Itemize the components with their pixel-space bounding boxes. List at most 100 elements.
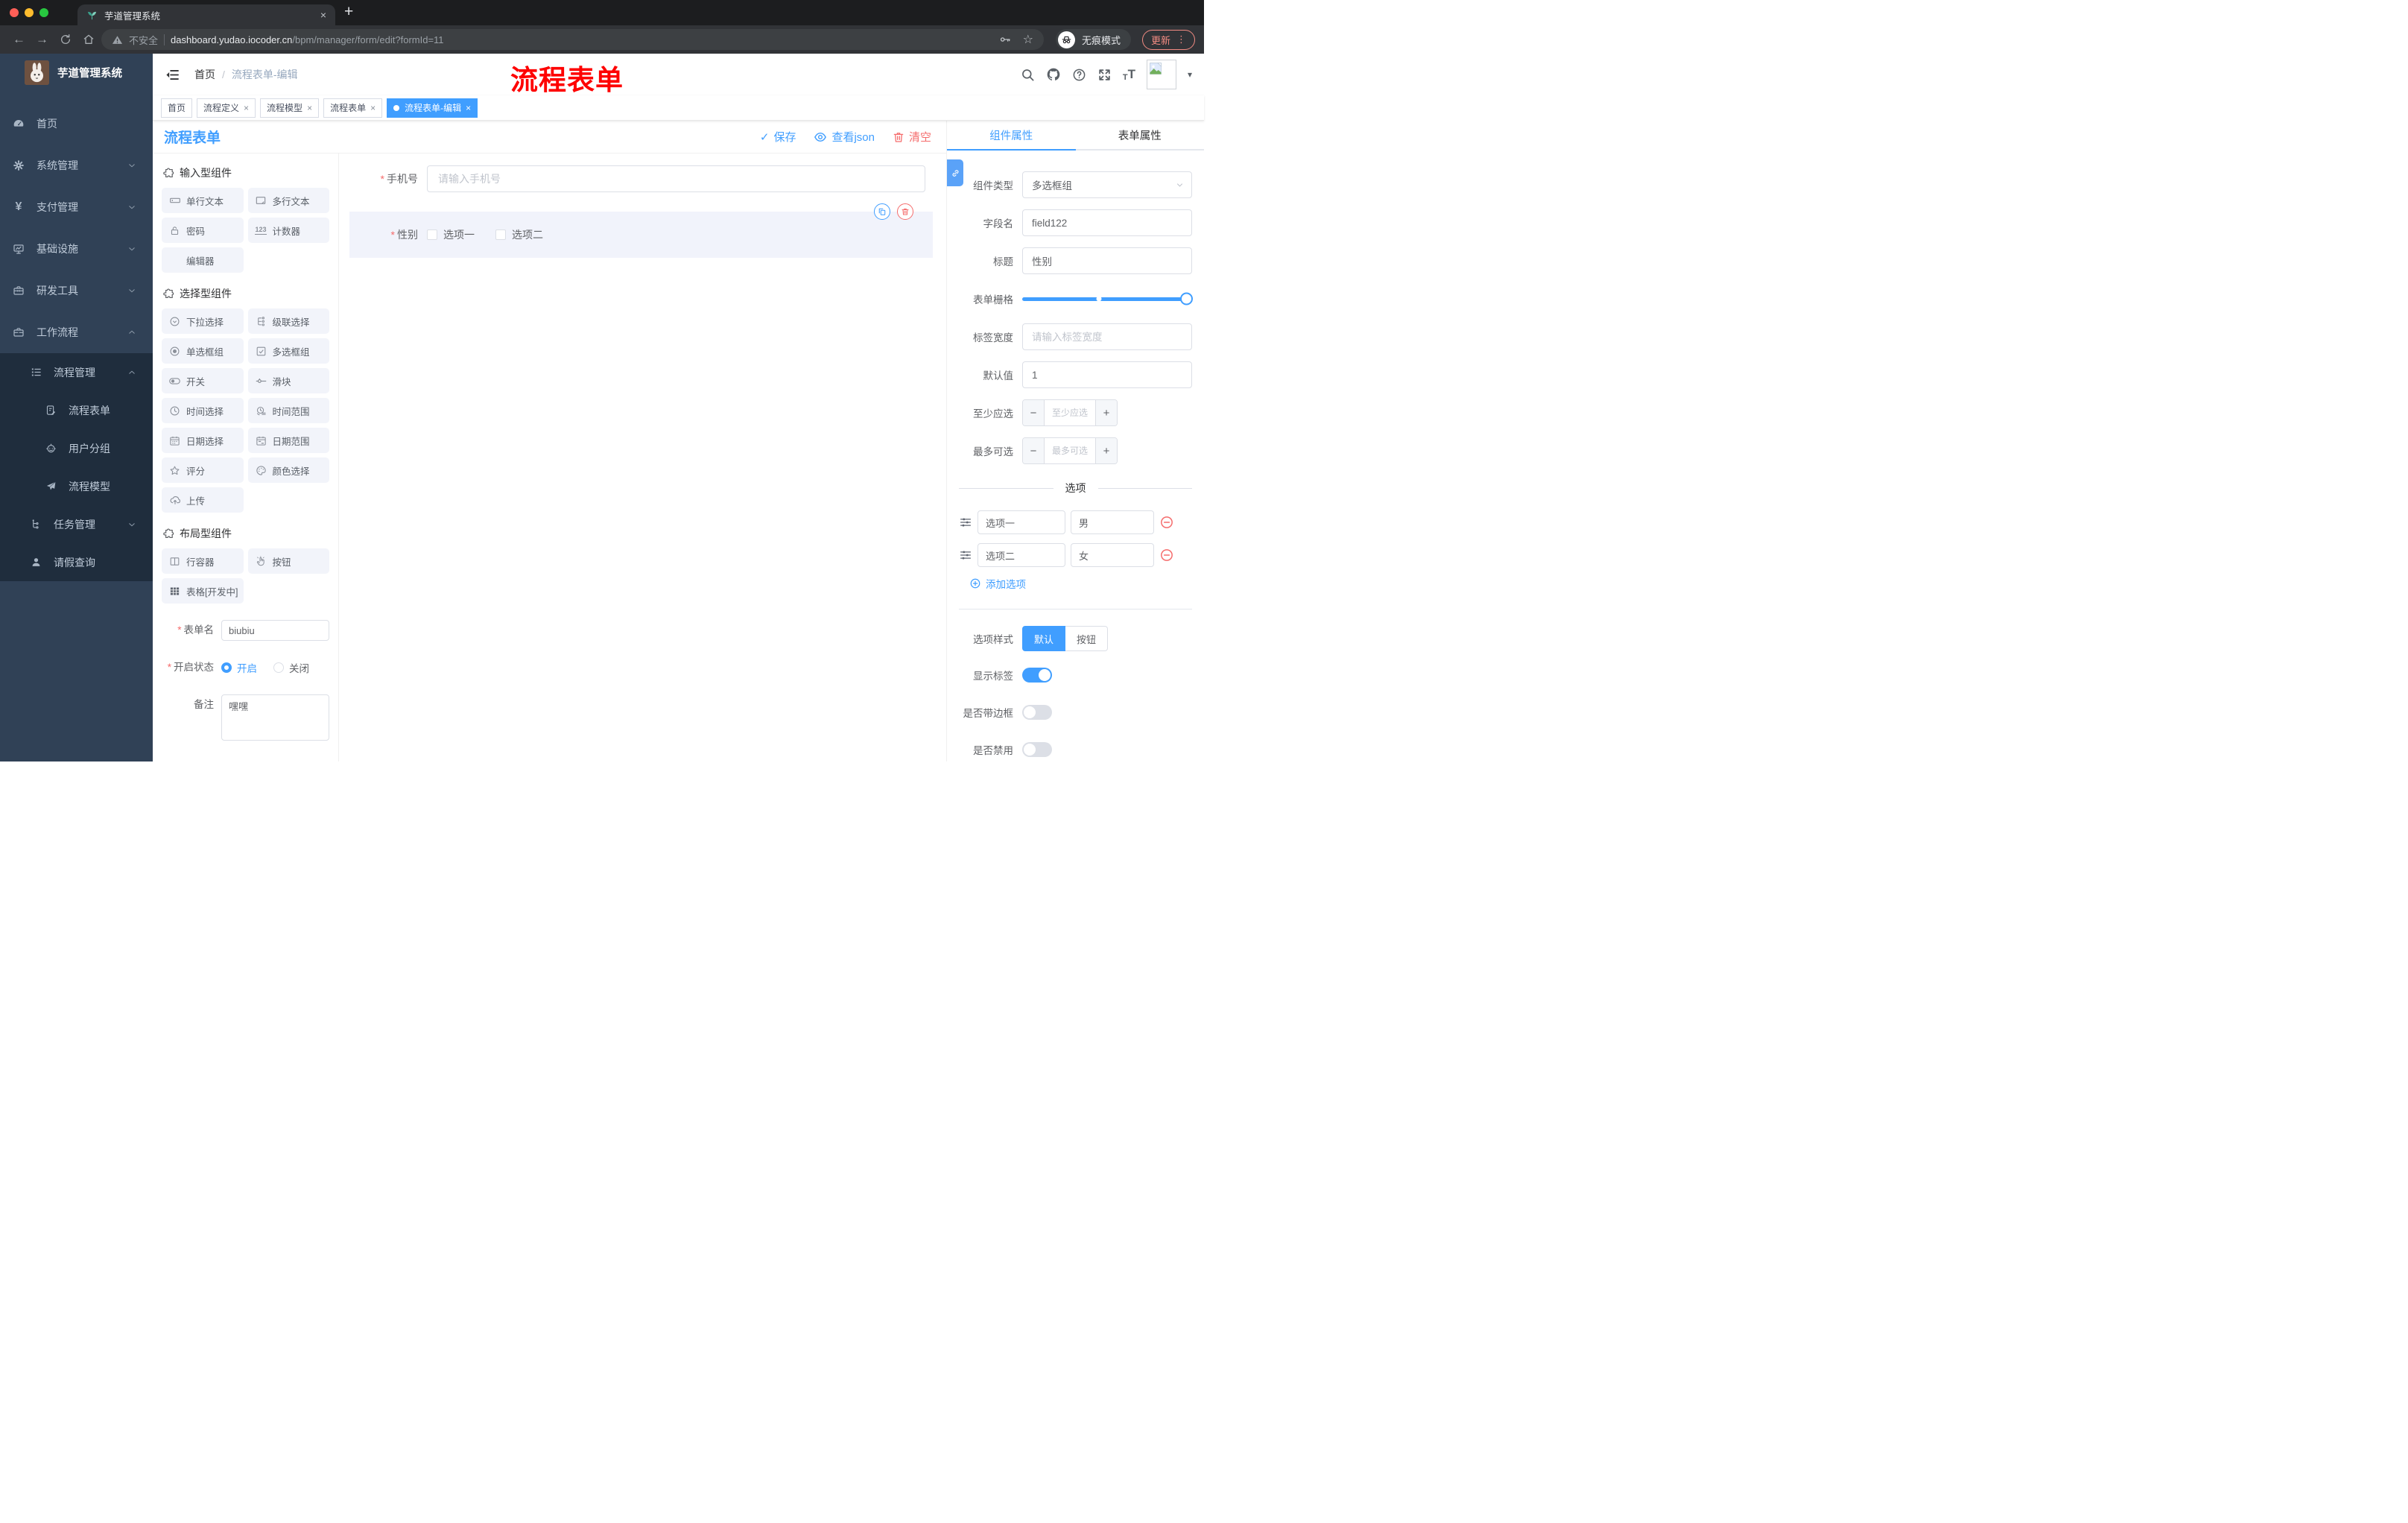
sidebar-item-workflow[interactable]: 工作流程 bbox=[0, 311, 153, 353]
reload-icon[interactable] bbox=[55, 34, 75, 45]
fullscreen-icon[interactable] bbox=[1097, 68, 1112, 82]
form-remark-textarea[interactable]: 嘿嘿 bbox=[221, 694, 329, 741]
option1-value-input[interactable] bbox=[1071, 510, 1154, 534]
component-cascader[interactable]: 级联选择 bbox=[247, 308, 329, 334]
clear-button[interactable]: 清空 bbox=[893, 129, 931, 145]
home-icon[interactable] bbox=[78, 34, 98, 45]
increase-button[interactable]: + bbox=[1095, 438, 1117, 463]
tag-process-form-edit[interactable]: 流程表单-编辑 × bbox=[387, 98, 478, 118]
tag-process-form[interactable]: 流程表单 × bbox=[323, 98, 383, 118]
phone-input[interactable] bbox=[427, 165, 925, 192]
title-input[interactable] bbox=[1022, 247, 1192, 274]
sidebar-item-devtools[interactable]: 研发工具 bbox=[0, 270, 153, 311]
decrease-button[interactable]: − bbox=[1023, 438, 1045, 463]
min-select-input[interactable] bbox=[1045, 400, 1095, 425]
sidebar-item-user-group[interactable]: 用户分组 bbox=[0, 429, 153, 467]
component-date-picker[interactable]: 日期选择 bbox=[162, 428, 244, 453]
search-icon[interactable] bbox=[1021, 68, 1035, 82]
component-counter[interactable]: 123 计数器 bbox=[247, 218, 329, 243]
help-icon[interactable] bbox=[1072, 68, 1086, 82]
component-type-value[interactable] bbox=[1022, 171, 1192, 198]
view-json-button[interactable]: 查看json bbox=[814, 129, 875, 145]
component-upload[interactable]: 上传 bbox=[162, 487, 244, 513]
tag-process-model[interactable]: 流程模型 × bbox=[260, 98, 320, 118]
sidebar-item-leave-query[interactable]: 请假查询 bbox=[0, 543, 153, 581]
component-color-picker[interactable]: 颜色选择 bbox=[247, 457, 329, 483]
style-default-button[interactable]: 默认 bbox=[1022, 626, 1066, 651]
font-size-icon[interactable]: TT bbox=[1123, 67, 1135, 82]
status-off-radio[interactable]: 关闭 bbox=[273, 660, 309, 675]
field-name-input[interactable] bbox=[1022, 209, 1192, 236]
add-option-button[interactable]: 添加选项 bbox=[969, 576, 1192, 591]
github-icon[interactable] bbox=[1046, 67, 1061, 82]
window-controls[interactable] bbox=[0, 8, 48, 17]
avatar-caret-icon[interactable]: ▾ bbox=[1188, 69, 1192, 80]
form-grid-slider[interactable] bbox=[1022, 285, 1193, 312]
disabled-toggle[interactable] bbox=[1022, 742, 1052, 757]
tag-process-definition[interactable]: 流程定义 × bbox=[197, 98, 256, 118]
tag-close-icon[interactable]: × bbox=[307, 103, 312, 113]
tab-component-props[interactable]: 组件属性 bbox=[947, 121, 1076, 151]
option1-label-input[interactable] bbox=[978, 510, 1065, 534]
form-name-input[interactable] bbox=[221, 620, 329, 641]
link-handle[interactable] bbox=[947, 159, 963, 186]
sidebar-item-task-manage[interactable]: 任务管理 bbox=[0, 505, 153, 543]
canvas-field-gender-selected[interactable]: * 性别 选项一 选项二 bbox=[349, 203, 933, 258]
url-text[interactable]: dashboard.yudao.iocoder.cn/bpm/manager/f… bbox=[171, 34, 444, 45]
label-width-input[interactable] bbox=[1022, 323, 1192, 350]
tag-close-icon[interactable]: × bbox=[244, 103, 249, 113]
tab-form-props[interactable]: 表单属性 bbox=[1076, 121, 1205, 149]
slider-handle[interactable] bbox=[1180, 292, 1193, 305]
sidebar-item-process-model[interactable]: 流程模型 bbox=[0, 467, 153, 505]
component-time-range[interactable]: 时间范围 bbox=[247, 398, 329, 423]
decrease-button[interactable]: − bbox=[1023, 400, 1045, 425]
checkbox-square[interactable] bbox=[495, 229, 506, 240]
component-editor[interactable]: 编辑器 bbox=[162, 247, 244, 273]
tag-close-icon[interactable]: × bbox=[466, 103, 471, 113]
gender-option1-checkbox[interactable]: 选项一 bbox=[427, 227, 475, 242]
form-canvas[interactable]: *手机号 *性别 选项一 选项二 bbox=[339, 153, 946, 762]
increase-button[interactable]: + bbox=[1095, 400, 1117, 425]
tag-home[interactable]: 首页 bbox=[161, 98, 193, 118]
gender-option2-checkbox[interactable]: 选项二 bbox=[495, 227, 543, 242]
sidebar-item-payment[interactable]: ¥ 支付管理 bbox=[0, 186, 153, 228]
sidebar-item-infra[interactable]: 基础设施 bbox=[0, 228, 153, 270]
new-tab-button[interactable]: + bbox=[344, 3, 353, 21]
avatar[interactable] bbox=[1146, 60, 1176, 89]
sidebar-item-home[interactable]: 首页 bbox=[0, 103, 153, 145]
remove-option-icon[interactable] bbox=[1159, 515, 1174, 530]
component-button[interactable]: 按钮 bbox=[247, 548, 329, 574]
copy-field-button[interactable] bbox=[874, 203, 890, 220]
border-toggle[interactable] bbox=[1022, 705, 1052, 720]
password-key-icon[interactable] bbox=[999, 34, 1011, 45]
minimize-window-button[interactable] bbox=[25, 8, 34, 17]
component-table-dev[interactable]: 表格[开发中] bbox=[162, 578, 244, 604]
component-time-picker[interactable]: 时间选择 bbox=[162, 398, 244, 423]
checkbox-square[interactable] bbox=[427, 229, 437, 240]
browser-menu-icon[interactable]: ⋮ bbox=[1176, 34, 1186, 45]
status-on-radio[interactable]: 开启 bbox=[221, 660, 257, 675]
address-bar[interactable]: 不安全 dashboard.yudao.iocoder.cn/bpm/manag… bbox=[101, 29, 1044, 50]
security-warning-icon[interactable] bbox=[112, 34, 123, 45]
tab-close-icon[interactable]: × bbox=[320, 10, 326, 20]
save-button[interactable]: ✓ 保存 bbox=[760, 129, 796, 145]
option2-label-input[interactable] bbox=[978, 543, 1065, 567]
component-radio-group[interactable]: 单选框组 bbox=[162, 338, 244, 364]
component-row-container[interactable]: 行容器 bbox=[162, 548, 244, 574]
browser-update-button[interactable]: 更新 ⋮ bbox=[1141, 29, 1195, 50]
canvas-field-phone[interactable]: * 手机号 bbox=[349, 165, 933, 192]
component-checkbox-group[interactable]: 多选框组 bbox=[247, 338, 329, 364]
show-label-toggle[interactable] bbox=[1022, 668, 1052, 683]
option2-value-input[interactable] bbox=[1071, 543, 1154, 567]
browser-tab[interactable]: 芋道管理系统 × bbox=[77, 4, 335, 25]
delete-field-button[interactable] bbox=[897, 203, 913, 220]
security-label[interactable]: 不安全 bbox=[129, 33, 158, 47]
sidebar-item-process-manage[interactable]: 流程管理 bbox=[0, 353, 153, 391]
tag-close-icon[interactable]: × bbox=[370, 103, 376, 113]
component-rate[interactable]: 评分 bbox=[162, 457, 244, 483]
component-date-range[interactable]: 日期范围 bbox=[247, 428, 329, 453]
component-single-line-text[interactable]: 单行文本 bbox=[162, 188, 244, 213]
drag-handle-icon[interactable] bbox=[959, 516, 972, 529]
remove-option-icon[interactable] bbox=[1159, 548, 1174, 563]
sidebar-collapse-icon[interactable] bbox=[161, 65, 184, 85]
